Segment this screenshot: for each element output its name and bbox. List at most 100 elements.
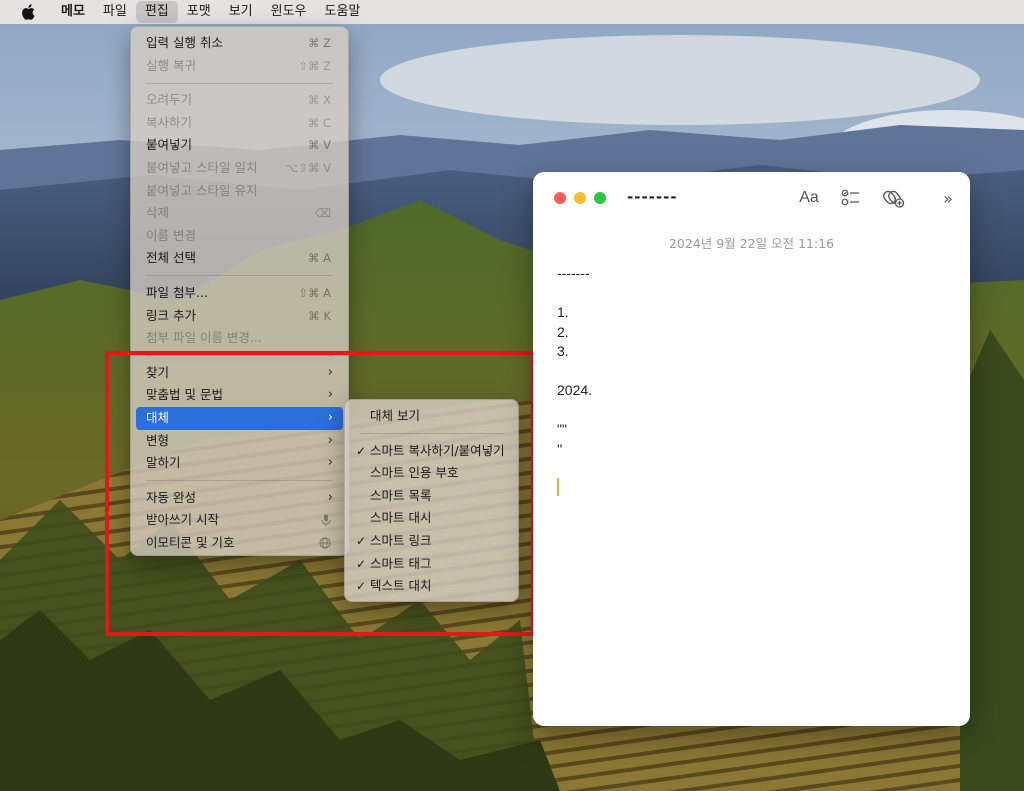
menu-item-label: 자동 완성	[146, 489, 196, 505]
menubar-file[interactable]: 파일	[94, 1, 136, 23]
menubar-window[interactable]: 윈도우	[262, 1, 316, 23]
menu-item-label: 스마트 대시	[370, 510, 432, 526]
menubar-edit[interactable]: 편집	[135, 1, 178, 23]
globe-icon	[319, 532, 331, 557]
menu-item-label: 대체	[146, 409, 170, 425]
checklist-icon[interactable]	[839, 186, 863, 210]
format-text-button[interactable]: Aa	[797, 186, 821, 210]
menu-item-attach-file[interactable]: 파일 첨부... ⇧⌘ A	[136, 282, 343, 305]
menu-item-label: 오려두기	[146, 92, 193, 108]
menu-item-label: 스마트 링크	[370, 532, 432, 548]
menu-item-copy: 복사하기 ⌘ C	[136, 112, 343, 135]
menu-item-paste-match-style: 붙여넣고 스타일 일치 ⌥⇧⌘ V	[136, 157, 343, 180]
menu-item-label: 붙여넣기	[146, 137, 193, 153]
menu-item-label: 전체 선택	[146, 250, 196, 266]
menu-item-label: 찾기	[146, 364, 170, 380]
note-line: ""	[557, 421, 567, 437]
shortcut-label: ⌥⇧⌘ V	[285, 160, 331, 175]
menu-item-autofill[interactable]: 자동 완성 ›	[136, 487, 343, 510]
note-window: ------- Aa » 2024년 9월 22일 오전 11:16 -----…	[533, 172, 970, 726]
menu-item-add-link[interactable]: 링크 추가 ⌘ K	[136, 305, 343, 328]
delete-key-icon: ⌫	[314, 206, 331, 221]
shortcut-label: ⇧⌘ A	[298, 285, 331, 300]
note-line: ''	[557, 440, 563, 457]
window-title: -------	[627, 188, 678, 206]
menu-item-smart-quotes[interactable]: 스마트 인용 부호	[350, 462, 513, 485]
shortcut-label: ⌘ A	[307, 251, 331, 266]
chevron-right-icon: ›	[327, 489, 333, 505]
menu-item-paste[interactable]: 붙여넣기 ⌘ V	[136, 134, 343, 157]
menu-item-label: 삭제	[146, 205, 170, 221]
menu-item-smart-lists[interactable]: 스마트 목록	[350, 485, 513, 508]
zoom-window-button[interactable]	[594, 192, 606, 204]
menu-item-text-replacement[interactable]: ✓ 텍스트 대치	[350, 575, 513, 598]
checkmark-icon: ✓	[356, 443, 367, 458]
menu-item-label: 변형	[146, 432, 170, 448]
note-line: -------	[557, 265, 590, 281]
menu-item-label: 스마트 복사하기/붙여넣기	[370, 442, 505, 458]
checkmark-icon: ✓	[356, 533, 367, 548]
checkmark-icon: ✓	[356, 579, 367, 594]
collaborate-link-icon[interactable]	[882, 186, 906, 210]
menu-item-delete: 삭제 ⌫	[136, 202, 343, 225]
minimize-window-button[interactable]	[574, 192, 586, 204]
note-line: 2.	[557, 323, 569, 340]
menu-item-substitutions[interactable]: 대체 ›	[136, 406, 343, 430]
menu-item-label: 받아쓰기 시작	[146, 512, 219, 528]
note-line	[557, 362, 592, 382]
menu-item-label: 붙여넣고 스타일 일치	[146, 159, 258, 175]
menu-item-undo[interactable]: 입력 실행 취소 ⌘ Z	[136, 32, 343, 55]
menu-item-transformations[interactable]: 변형 ›	[136, 430, 343, 453]
menu-separator	[360, 433, 503, 435]
menu-item-label: 첨부 파일 이름 변경...	[146, 330, 262, 346]
checkmark-icon: ✓	[356, 556, 367, 571]
menu-item-smart-copy-paste[interactable]: ✓ 스마트 복사하기/붙여넣기	[350, 440, 513, 463]
menu-item-label: 실행 복귀	[146, 57, 196, 73]
menu-separator	[146, 275, 333, 277]
note-line: 3.	[557, 343, 569, 359]
shortcut-label: ⌘ C	[307, 115, 331, 130]
chevron-right-icon: ›	[327, 364, 333, 380]
menu-item-label: 파일 첨부...	[146, 284, 208, 300]
menubar-format[interactable]: 포맷	[178, 1, 220, 23]
menu-item-rename-attachment: 첨부 파일 이름 변경...	[136, 327, 343, 350]
menubar-view[interactable]: 보기	[220, 1, 262, 23]
menu-item-smart-tags[interactable]: ✓ 스마트 태그	[350, 553, 513, 576]
shortcut-label: ⇧⌘ Z	[298, 58, 331, 73]
apple-logo-icon[interactable]	[14, 0, 42, 24]
menu-item-label: 이름 변경	[146, 227, 196, 243]
menu-item-spelling-grammar[interactable]: 맞춤법 및 문법 ›	[136, 384, 343, 407]
note-body[interactable]: ------- 1. 2. 3. 2024. "" ''	[557, 264, 592, 459]
menu-item-rename: 이름 변경	[136, 225, 343, 248]
menubar-help[interactable]: 도움말	[316, 1, 370, 23]
menu-item-label: 붙여넣고 스타일 유지	[146, 182, 258, 198]
menu-item-paste-keep-style: 붙여넣고 스타일 유지	[136, 180, 343, 203]
menu-item-redo: 실행 복귀 ⇧⌘ Z	[136, 55, 343, 78]
menu-item-smart-links[interactable]: ✓ 스마트 링크	[350, 530, 513, 553]
menu-item-show-substitutions[interactable]: 대체 보기	[350, 405, 513, 428]
menu-item-select-all[interactable]: 전체 선택 ⌘ A	[136, 247, 343, 270]
chevron-right-icon: ›	[327, 455, 333, 471]
menu-item-find[interactable]: 찾기 ›	[136, 362, 343, 385]
chevron-right-icon: ›	[327, 387, 333, 403]
menu-item-label: 입력 실행 취소	[146, 35, 223, 50]
close-window-button[interactable]	[554, 192, 566, 204]
menu-bar: 메모 파일 편집 포맷 보기 윈도우 도움말	[0, 0, 1024, 24]
menu-item-speech[interactable]: 말하기 ›	[136, 452, 343, 475]
menubar-app-notes[interactable]: 메모	[52, 1, 94, 23]
menu-item-label: 이모티콘 및 기호	[146, 534, 235, 550]
more-toolbar-button[interactable]: »	[936, 186, 960, 210]
menu-item-cut: 오려두기 ⌘ X	[136, 89, 343, 112]
edit-menu: 입력 실행 취소 ⌘ Z 실행 복귀 ⇧⌘ Z 오려두기 ⌘ X 복사하기 ⌘ …	[130, 26, 349, 556]
note-line: 2024.	[557, 382, 593, 398]
menu-item-label: 스마트 목록	[370, 487, 432, 503]
menu-item-smart-dashes[interactable]: 스마트 대시	[350, 507, 513, 530]
chevron-right-icon: ›	[327, 409, 333, 425]
shortcut-label: ⌘ V	[307, 138, 331, 153]
menu-item-label: 대체 보기	[370, 408, 420, 423]
shortcut-label: ⌘ X	[307, 93, 331, 108]
menu-item-label: 말하기	[146, 455, 181, 471]
menu-item-emoji-symbols[interactable]: 이모티콘 및 기호	[136, 532, 343, 555]
menu-item-start-dictation[interactable]: 받아쓰기 시작	[136, 509, 343, 532]
menu-separator	[146, 82, 333, 84]
